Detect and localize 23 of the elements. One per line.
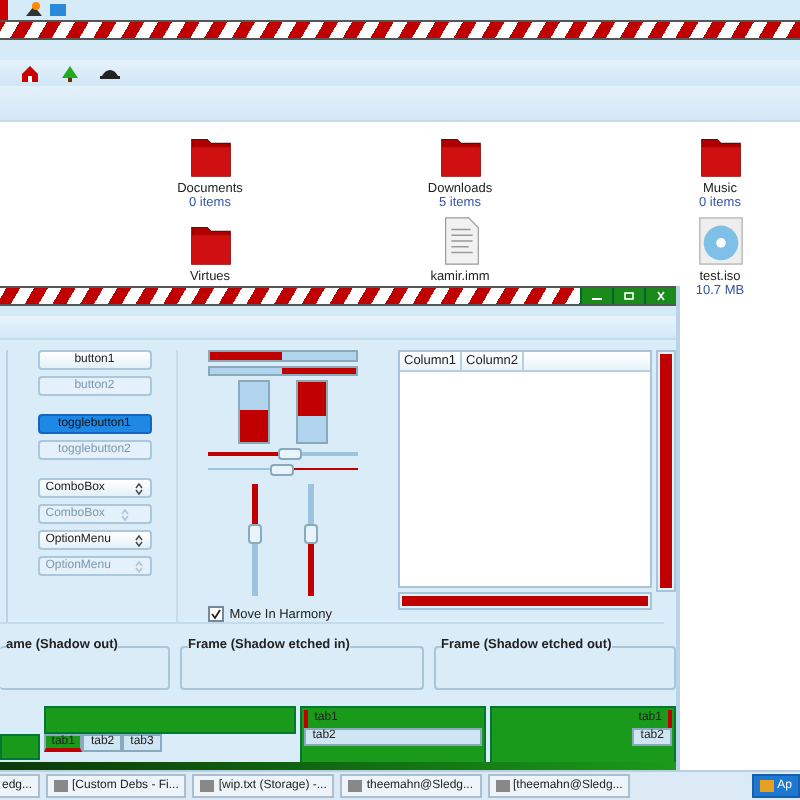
notebook-page (0, 733, 40, 760)
slider-thumb[interactable] (248, 524, 263, 545)
vertical-slider[interactable] (252, 484, 259, 597)
window-icon (759, 780, 774, 792)
vertical-scrollbar[interactable] (656, 350, 676, 593)
check-icon (209, 608, 222, 621)
spinner-arrows-icon (133, 481, 144, 496)
spinner-arrows-icon (133, 559, 144, 574)
window-icon (200, 780, 215, 792)
spinner-arrows-icon (119, 507, 130, 522)
vertical-slider[interactable] (307, 484, 314, 597)
window-icon (54, 780, 69, 792)
tree-icon[interactable] (60, 63, 80, 83)
checkbox[interactable] (207, 606, 224, 623)
horizontal-scrollbar[interactable] (398, 592, 652, 611)
window-icon (495, 780, 509, 792)
landscape-icon[interactable] (24, 0, 44, 20)
home-icon[interactable] (20, 63, 40, 83)
window-icon (348, 780, 363, 792)
slider-thumb[interactable] (270, 463, 295, 476)
spinner-arrows-icon (133, 533, 144, 548)
slider-thumb[interactable] (303, 524, 318, 545)
slider-thumb[interactable] (278, 448, 303, 461)
